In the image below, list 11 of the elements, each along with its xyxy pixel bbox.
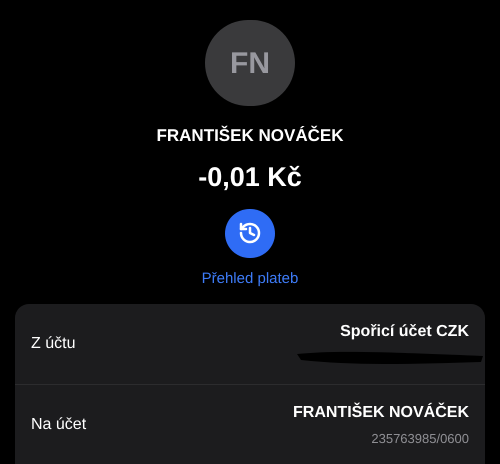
detail-label: Z účtu (31, 334, 76, 354)
detail-label: Na účet (31, 414, 86, 434)
amount: -0,01 Kč (198, 160, 302, 194)
detail-value: FRANTIŠEK NOVÁČEK (292, 402, 469, 423)
history-icon (238, 221, 262, 246)
payments-overview-link[interactable]: Přehled plateb (202, 268, 298, 290)
history-button[interactable] (225, 209, 275, 258)
detail-value: Spořicí účet CZK (340, 322, 469, 342)
account-number: 235763985/0600 (371, 430, 469, 448)
contact-name: FRANTIŠEK NOVÁČEK (156, 124, 344, 148)
avatar: FN (205, 20, 295, 106)
